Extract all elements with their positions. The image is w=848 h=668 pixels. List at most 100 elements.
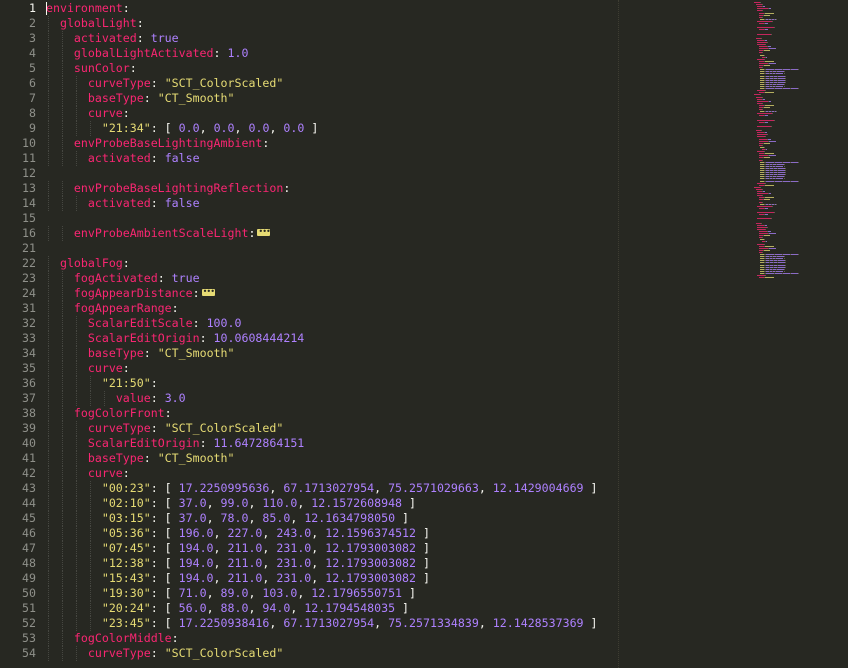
indent-guide <box>62 601 64 616</box>
code-line[interactable]: baseType: "CT_Smooth" <box>46 346 235 361</box>
indent-guide <box>76 556 78 571</box>
minimap-line <box>768 233 776 234</box>
code-line[interactable]: fogActivated: true <box>46 271 200 286</box>
minimap-line <box>757 151 765 153</box>
code-line[interactable]: curveType: "SCT_ColorScaled" <box>46 646 283 661</box>
indent-guide <box>62 196 64 211</box>
yaml-string: "05:36" <box>101 526 151 540</box>
indent-guide <box>48 601 50 616</box>
code-line[interactable]: value: 3.0 <box>46 391 186 406</box>
yaml-key: curveType <box>87 421 151 435</box>
indent-guide <box>62 436 64 451</box>
yaml-value: 12.1429004669 <box>492 481 584 495</box>
yaml-value: 11.6472864151 <box>213 436 305 450</box>
indent-guide <box>48 136 50 151</box>
code-line[interactable]: envProbeBaseLightingAmbient: <box>46 136 269 151</box>
code-line[interactable]: environment: <box>46 1 130 16</box>
yaml-punctuation: : <box>150 76 165 90</box>
code-line[interactable]: "03:15": [ 37.0, 78.0, 85.0, 12.16347980… <box>46 511 409 526</box>
yaml-punctuation: : <box>122 1 130 15</box>
text-cursor <box>46 2 47 15</box>
code-line[interactable]: baseType: "CT_Smooth" <box>46 91 235 106</box>
line-number: 35 <box>22 361 36 375</box>
code-line[interactable]: curve: <box>46 106 130 121</box>
indent-guide <box>62 361 64 376</box>
folded-region-icon[interactable] <box>257 224 271 239</box>
code-line[interactable]: activated: false <box>46 196 200 211</box>
yaml-value: 103.0 <box>262 586 298 600</box>
minimap-line <box>776 18 778 20</box>
folded-region-icon[interactable] <box>201 284 215 299</box>
code-line[interactable]: "05:36": [ 196.0, 227.0, 243.0, 12.15963… <box>46 526 430 541</box>
code-line[interactable]: envProbeAmbientScaleLight: <box>46 224 271 241</box>
code-line[interactable]: activated: true <box>46 31 179 46</box>
code-line[interactable]: "23:45": [ 17.2250938416, 67.1713027954,… <box>46 616 598 631</box>
minimap-line <box>778 262 786 264</box>
indent-guide <box>48 481 50 496</box>
yaml-punctuation: : <box>164 406 172 420</box>
line-number: 14 <box>22 196 36 210</box>
code-line[interactable]: "21:34": [ 0.0, 0.0, 0.0, 0.0 ] <box>46 121 318 136</box>
yaml-punctuation: , <box>311 541 326 555</box>
code-line[interactable]: ScalarEditOrigin: 11.6472864151 <box>46 436 304 451</box>
line-number: 13 <box>22 181 36 195</box>
minimap-line <box>757 119 774 121</box>
code-line[interactable]: fogColorFront: <box>46 406 172 421</box>
yaml-key: fogAppearDistance <box>73 286 193 300</box>
code-line[interactable]: fogAppearRange: <box>46 301 179 316</box>
code-line[interactable]: globalFog: <box>46 256 130 271</box>
code-line[interactable]: fogAppearDistance: <box>46 284 215 301</box>
code-line[interactable]: curveType: "SCT_ColorScaled" <box>46 76 283 91</box>
indent-guide <box>62 31 64 46</box>
minimap-line <box>784 256 786 258</box>
code-line[interactable]: ScalarEditOrigin: 10.0608444214 <box>46 331 304 346</box>
code-line[interactable]: globalLightActivated: 1.0 <box>46 46 249 61</box>
code-editor[interactable]: 1 2 3 4 5 6 7 8 9 10 11 12 13 14 15 16 21 22 23 24 31 32 33 34 3… <box>0 0 848 668</box>
code-line[interactable]: "15:43": [ 194.0, 211.0, 231.0, 12.17930… <box>46 571 430 586</box>
code-line[interactable]: baseType: "CT_Smooth" <box>46 451 235 466</box>
yaml-value: 231.0 <box>276 541 312 555</box>
yaml-punctuation: : <box>171 301 179 315</box>
minimap-line <box>760 2 762 3</box>
code-area[interactable]: environment: globalLight: activated: tru… <box>46 0 616 668</box>
yaml-punctuation: , <box>248 601 263 615</box>
code-line[interactable]: "20:24": [ 56.0, 88.0, 94.0, 12.17945480… <box>46 601 409 616</box>
minimap[interactable] <box>748 0 848 668</box>
minimap-line <box>783 165 785 167</box>
yaml-value: 12.1634798050 <box>304 511 396 525</box>
yaml-punctuation: : <box>213 46 228 60</box>
line-number: 41 <box>22 451 36 465</box>
code-line[interactable]: curve: <box>46 466 130 481</box>
code-line[interactable]: sunColor: <box>46 61 137 76</box>
indent-guide <box>48 271 50 286</box>
minimap-line <box>784 176 786 178</box>
indent-guide <box>48 346 50 361</box>
code-line[interactable]: "07:45": [ 194.0, 211.0, 231.0, 12.17930… <box>46 541 430 556</box>
code-line[interactable]: curveType: "SCT_ColorScaled" <box>46 421 283 436</box>
yaml-value: 85.0 <box>262 511 291 525</box>
minimap-line <box>764 207 768 209</box>
minimap-line <box>782 272 791 274</box>
code-line[interactable]: "19:30": [ 71.0, 89.0, 103.0, 12.1796550… <box>46 586 416 601</box>
indent-guide <box>76 196 78 211</box>
minimap-line <box>765 241 768 243</box>
code-line[interactable]: curve: <box>46 361 130 376</box>
code-line[interactable]: envProbeBaseLightingReflection: <box>46 181 290 196</box>
minimap-line <box>761 67 763 69</box>
code-line[interactable]: "12:38": [ 194.0, 211.0, 231.0, 12.17930… <box>46 556 430 571</box>
indent-guide <box>90 616 92 631</box>
yaml-punctuation: ] <box>416 556 430 570</box>
code-line[interactable]: globalLight: <box>46 16 144 31</box>
indent-guide <box>48 286 50 301</box>
indent-guide <box>62 616 64 631</box>
code-line[interactable]: activated: false <box>46 151 200 166</box>
minimap-line <box>773 212 775 213</box>
yaml-key: curveType <box>87 646 151 660</box>
code-line[interactable]: fogColorMiddle: <box>46 631 179 646</box>
yaml-punctuation: : <box>150 196 165 210</box>
code-line[interactable]: "00:23": [ 17.2250995636, 67.1713027954,… <box>46 481 598 496</box>
indent-guide <box>48 571 50 586</box>
code-line[interactable]: "02:10": [ 37.0, 99.0, 110.0, 12.1572608… <box>46 496 416 511</box>
minimap-line <box>757 125 771 127</box>
yaml-value: 227.0 <box>227 526 263 540</box>
